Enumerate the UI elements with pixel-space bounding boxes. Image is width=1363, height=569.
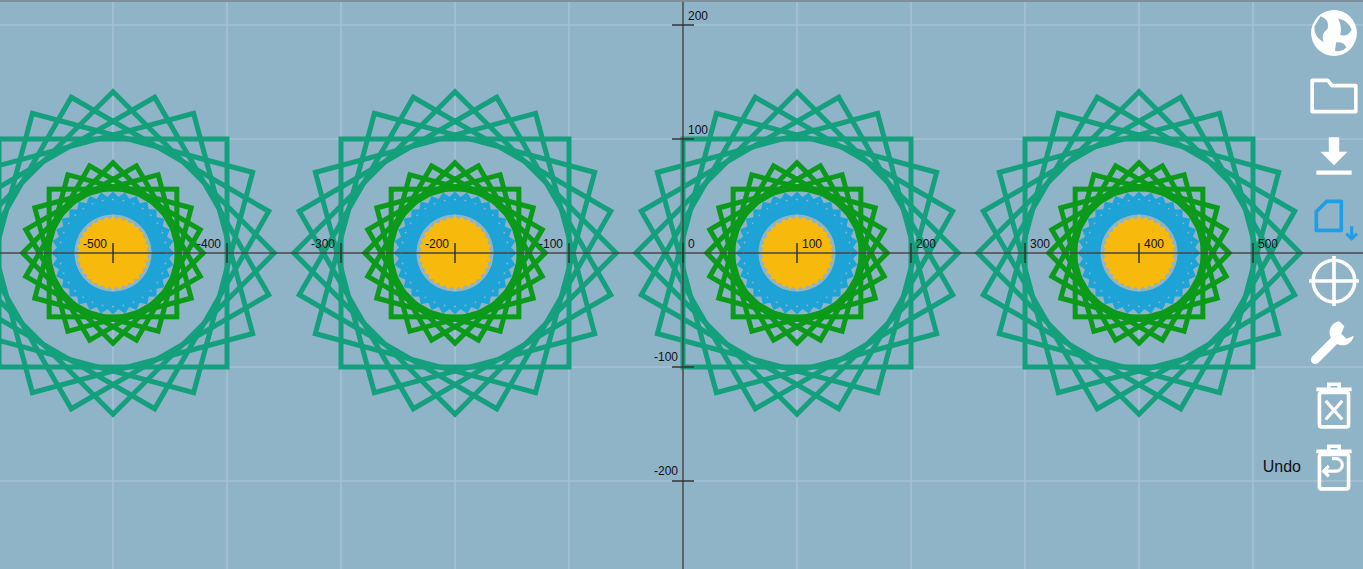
- axis-tick: [1024, 243, 1026, 263]
- download-button[interactable]: [1305, 126, 1363, 188]
- clear-button[interactable]: [1305, 374, 1363, 436]
- axis-label: 200: [916, 237, 936, 251]
- axis-tick: [568, 243, 570, 263]
- axis-tick: [454, 243, 456, 263]
- axis-label: 100: [802, 237, 822, 251]
- grid: [0, 2, 1363, 569]
- axis-label: -500: [83, 237, 107, 251]
- axis-tick: [672, 24, 694, 26]
- axis-label: 300: [1030, 237, 1050, 251]
- undo-button[interactable]: Undo: [1305, 436, 1363, 498]
- axis-tick: [1138, 243, 1140, 263]
- axis-tick: [672, 480, 694, 482]
- axis-tick: [672, 366, 694, 368]
- folder-icon: [1308, 69, 1360, 121]
- axis-tick: [910, 243, 912, 263]
- undo-trash-icon: [1308, 441, 1360, 493]
- wrench-icon: [1308, 317, 1360, 369]
- axis-label: -100: [654, 350, 678, 364]
- grid-line: [682, 2, 684, 569]
- grid-line: [0, 24, 1363, 26]
- axes: -500 -400 -300 -200 -100 0 100 200 300 400 500 200 1…: [0, 2, 1363, 569]
- settings-button[interactable]: [1305, 312, 1363, 374]
- x-axis: [0, 252, 1363, 254]
- axis-tick: [1252, 243, 1254, 263]
- open-button[interactable]: [1305, 64, 1363, 126]
- globe-button[interactable]: [1305, 2, 1363, 64]
- drawing-canvas[interactable]: -500 -400 -300 -200 -100 0 100 200 300 400 500 200 1…: [0, 0, 1363, 569]
- center-button[interactable]: [1305, 250, 1363, 312]
- globe-icon: [1308, 7, 1360, 59]
- clear-trash-icon: [1308, 379, 1360, 431]
- axis-label: -100: [539, 237, 563, 251]
- axis-label: -200: [654, 464, 678, 478]
- axis-tick: [340, 243, 342, 263]
- axis-label: 100: [688, 123, 708, 137]
- axis-label: 400: [1144, 237, 1164, 251]
- toolbar: Undo: [1305, 2, 1363, 498]
- axis-tick: [226, 243, 228, 263]
- axis-tick: [682, 243, 684, 263]
- axis-label: -300: [311, 237, 335, 251]
- canvas-area[interactable]: -500 -400 -300 -200 -100 0 100 200 300 400 500 200 1…: [0, 2, 1363, 569]
- y-axis: [682, 2, 684, 569]
- axis-label: 500: [1258, 237, 1278, 251]
- download-icon: [1308, 131, 1360, 183]
- new-file-button[interactable]: [1305, 188, 1363, 250]
- axis-label: 0: [688, 237, 695, 251]
- new-file-icon: [1308, 193, 1360, 245]
- axis-label: -400: [197, 237, 221, 251]
- axis-tick: [672, 138, 694, 140]
- grid-line: [0, 252, 1363, 254]
- crosshair-icon: [1308, 255, 1360, 307]
- axis-tick: [112, 243, 114, 263]
- axis-label: -200: [425, 237, 449, 251]
- tooltip: Undo: [1263, 455, 1301, 479]
- axis-label: 200: [688, 9, 708, 23]
- axis-tick: [796, 243, 798, 263]
- grid-line: [0, 480, 1363, 482]
